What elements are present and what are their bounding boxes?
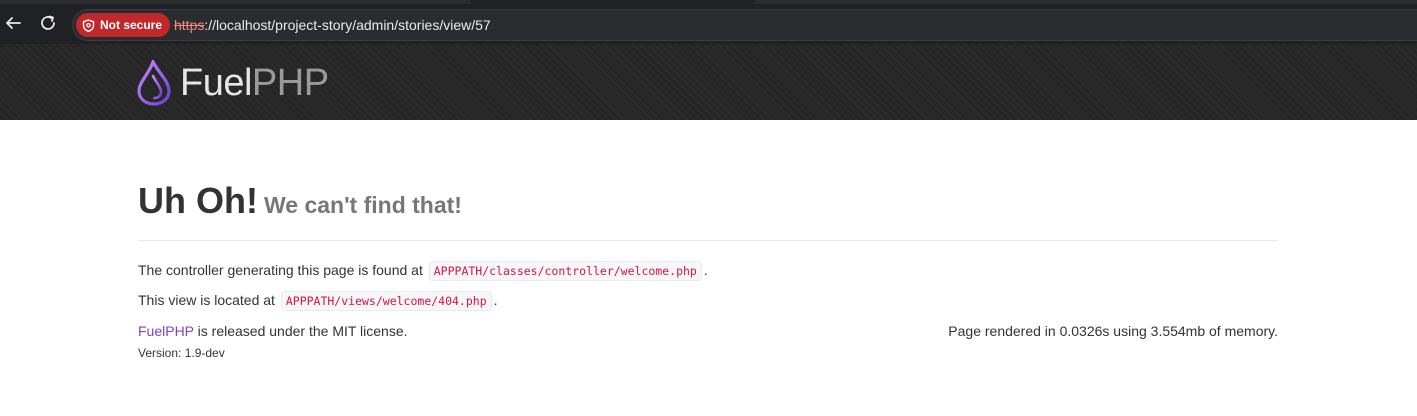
page-title: Uh Oh! We can't find that! bbox=[138, 180, 462, 222]
fuelphp-logo[interactable]: FuelPHP bbox=[136, 60, 329, 106]
address-bar[interactable]: Not secure https://localhost/project-sto… bbox=[72, 9, 1417, 41]
security-label: Not secure bbox=[100, 18, 163, 32]
url-text[interactable]: https://localhost/project-story/admin/st… bbox=[174, 17, 491, 33]
controller-info: The controller generating this page is f… bbox=[138, 261, 708, 281]
arrow-left-icon bbox=[6, 17, 21, 29]
render-info: Page rendered in 0.0326s using 3.554mb o… bbox=[948, 323, 1278, 339]
controller-period: . bbox=[703, 262, 708, 278]
view-path: APPPATH/views/welcome/404.php bbox=[280, 291, 492, 311]
site-header: FuelPHP bbox=[0, 44, 1417, 120]
license-info: FuelPHP is released under the MIT licens… bbox=[138, 323, 408, 339]
reload-button[interactable] bbox=[37, 12, 59, 34]
view-info: This view is located at APPPATH/views/we… bbox=[138, 291, 498, 311]
view-text: This view is located at bbox=[138, 292, 275, 308]
back-button[interactable] bbox=[2, 12, 24, 34]
license-text: is released under the MIT license. bbox=[197, 323, 408, 339]
tab-strip bbox=[0, 0, 1417, 4]
reload-icon bbox=[41, 15, 55, 30]
error-subheading: We can't find that! bbox=[263, 192, 462, 218]
fuelphp-link[interactable]: FuelPHP bbox=[138, 323, 194, 339]
controller-path: APPPATH/classes/controller/welcome.php bbox=[428, 261, 702, 281]
error-heading: Uh Oh! bbox=[138, 180, 258, 221]
logo-text-php: PHP bbox=[251, 61, 329, 104]
divider bbox=[138, 240, 1278, 241]
controller-text: The controller generating this page is f… bbox=[138, 262, 423, 278]
view-period: . bbox=[493, 292, 498, 308]
active-tab-edge bbox=[470, 0, 755, 4]
version-info: Version: 1.9-dev bbox=[138, 346, 225, 360]
url-path: ://localhost/project-story/admin/stories… bbox=[204, 17, 491, 33]
security-indicator[interactable]: Not secure bbox=[76, 13, 171, 37]
logo-text-fuel: Fuel bbox=[180, 61, 252, 104]
url-scheme: https bbox=[174, 17, 205, 33]
shield-warning-icon bbox=[82, 18, 95, 32]
browser-toolbar: Not secure https://localhost/project-sto… bbox=[0, 0, 1417, 44]
fuel-drop-icon bbox=[137, 60, 171, 106]
logo-text: FuelPHP bbox=[180, 62, 329, 105]
